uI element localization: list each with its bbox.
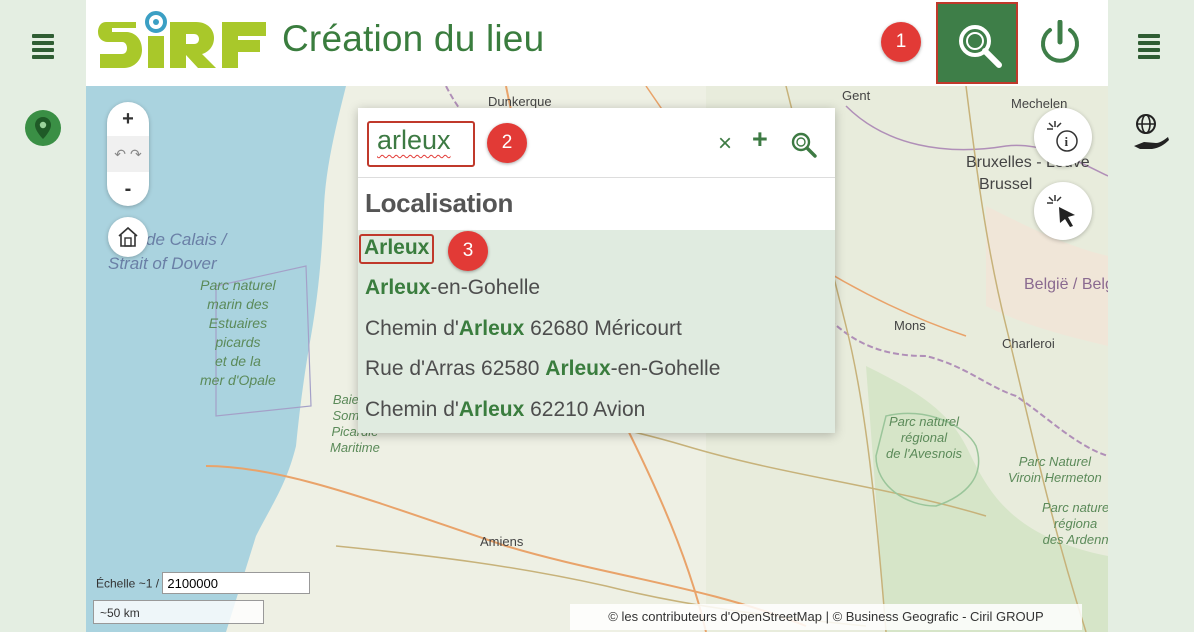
pointer-click-icon bbox=[1047, 195, 1075, 227]
map-label-charleroi: Charleroi bbox=[1002, 336, 1055, 351]
map-label-park-ardenne: Parc nature régiona des Ardenn bbox=[1042, 500, 1108, 547]
result-before: Chemin d' bbox=[365, 317, 459, 340]
sirf-logo bbox=[98, 11, 266, 68]
clear-search-button[interactable]: × bbox=[718, 130, 732, 158]
result-after: 62680 Méricourt bbox=[524, 317, 682, 340]
info-tool-button[interactable]: i bbox=[1034, 108, 1092, 166]
search-bar: arleux 2 × + bbox=[358, 108, 835, 178]
svg-text:i: i bbox=[1065, 134, 1069, 149]
scale-label: Échelle ~1 / bbox=[96, 576, 160, 591]
menu-icon-right[interactable] bbox=[1138, 34, 1160, 59]
map-attribution: © les contributeurs d'OpenStreetMap | © … bbox=[570, 604, 1082, 630]
result-item[interactable]: Rue d'Arras 62580 Arleux-en-Gohelle bbox=[365, 357, 720, 387]
page-title: Création du lieu bbox=[282, 18, 545, 59]
result-match: Arleux bbox=[365, 276, 431, 299]
info-click-icon: i bbox=[1047, 121, 1078, 152]
search-icon bbox=[959, 25, 1002, 68]
map-label-amiens: Amiens bbox=[480, 534, 524, 549]
result-item[interactable]: Chemin d'Arleux 62680 Méricourt bbox=[365, 317, 682, 347]
home-button[interactable] bbox=[108, 217, 148, 257]
step-badge-2: 2 bbox=[487, 123, 527, 163]
globe-hand-icon[interactable] bbox=[1130, 112, 1172, 154]
location-pin-button[interactable] bbox=[25, 110, 61, 146]
map-label-belgie: België / Belgique / Belgien bbox=[1024, 276, 1108, 293]
map-label-park-avesnois: Parc naturel régional de l'Avesnois bbox=[886, 414, 962, 461]
forward-arrow-icon[interactable]: ↷ bbox=[130, 146, 142, 163]
result-item[interactable]: Arleux-en-Gohelle bbox=[365, 276, 540, 306]
map-label-mons: Mons bbox=[894, 318, 926, 333]
result-item[interactable]: Arleux bbox=[359, 234, 435, 264]
step-badge-1: 1 bbox=[881, 22, 921, 62]
search-input[interactable]: arleux bbox=[367, 121, 475, 167]
scale-bar: ~50 km bbox=[93, 600, 264, 624]
add-button[interactable]: + bbox=[752, 124, 768, 155]
map-pin-icon bbox=[35, 117, 51, 139]
map-label-brussel: Brussel bbox=[979, 176, 1033, 193]
result-before: Rue d'Arras 62580 bbox=[365, 357, 546, 380]
result-match: Arleux bbox=[545, 357, 611, 380]
step-badge-3: 3 bbox=[448, 231, 488, 271]
results-section-title: Localisation bbox=[358, 178, 835, 230]
zoom-control: + ↶ ↷ - bbox=[107, 102, 149, 206]
search-panel: arleux 2 × + Localisation Arleux 3 Arleu… bbox=[358, 108, 835, 433]
scale-control: Échelle ~1 / bbox=[96, 572, 311, 594]
menu-icon[interactable] bbox=[32, 34, 54, 59]
result-before: Chemin d' bbox=[365, 398, 459, 421]
map-label-park-opale: Parc naturel marin des Estuaires picards… bbox=[200, 277, 276, 388]
search-button[interactable] bbox=[936, 2, 1018, 84]
history-arrows: ↶ ↷ bbox=[107, 136, 149, 172]
result-after: -en-Gohelle bbox=[610, 357, 721, 380]
select-tool-button[interactable] bbox=[1034, 182, 1092, 240]
result-match: Arleux bbox=[458, 398, 525, 421]
scale-input[interactable] bbox=[162, 572, 311, 594]
search-results: Arleux 3 Arleux-en-Gohelle Chemin d'Arle… bbox=[358, 230, 835, 433]
map-label-gent: Gent bbox=[842, 88, 871, 103]
result-after: 62210 Avion bbox=[524, 398, 646, 421]
result-item[interactable]: Chemin d'Arleux 62210 Avion bbox=[365, 398, 645, 428]
search-query-text: arleux bbox=[377, 125, 451, 155]
app-header: Création du lieu 1 bbox=[86, 0, 1108, 86]
zoom-in-button[interactable]: + bbox=[107, 102, 149, 136]
right-sidebar bbox=[1108, 0, 1194, 632]
result-match: Arleux bbox=[458, 317, 525, 340]
map-label-sea-2: Strait of Dover bbox=[108, 254, 217, 273]
map-label-park-hermeton: Parc Naturel Viroin Hermeton bbox=[1008, 454, 1102, 485]
back-arrow-icon[interactable]: ↶ bbox=[114, 146, 126, 163]
search-submit-icon[interactable] bbox=[791, 132, 817, 158]
result-match: Arleux bbox=[364, 236, 430, 259]
power-icon[interactable] bbox=[1038, 20, 1082, 66]
home-icon bbox=[118, 226, 138, 247]
left-sidebar bbox=[0, 0, 86, 632]
map-label-dunkerque: Dunkerque bbox=[488, 94, 552, 109]
map-label-sea-1: de Calais / bbox=[146, 230, 227, 249]
zoom-out-button[interactable]: - bbox=[107, 172, 149, 206]
result-after: -en-Gohelle bbox=[430, 276, 541, 299]
